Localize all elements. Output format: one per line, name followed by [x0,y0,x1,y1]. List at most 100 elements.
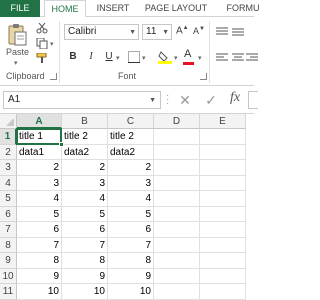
row-header-6[interactable]: 6 [0,206,17,222]
cell-e3[interactable] [200,160,246,176]
cell-b9[interactable]: 8 [62,253,108,269]
borders-icon[interactable] [128,51,140,63]
cell-d1[interactable] [154,129,200,145]
cell-a9[interactable]: 8 [17,253,62,269]
cell-c2[interactable]: data2 [108,144,154,160]
resize-handle-icon[interactable]: · · · [166,91,170,109]
tab-file[interactable]: FILE [0,0,40,17]
cell-a7[interactable]: 6 [17,222,62,238]
cell-a5[interactable]: 4 [17,191,62,207]
cell-a10[interactable]: 9 [17,268,62,284]
tab-page-layout[interactable]: PAGE LAYOUT [140,0,212,17]
tab-insert[interactable]: INSERT [92,0,134,17]
decrease-font-icon[interactable]: A▼ [193,26,205,36]
column-header-a[interactable]: A [17,114,62,129]
row-header-7[interactable]: 7 [0,222,17,238]
cell-e2[interactable] [200,144,246,160]
clipboard-launcher-icon[interactable] [50,73,57,80]
cell-d8[interactable] [154,237,200,253]
italic-button[interactable]: I [84,50,98,64]
column-header-c[interactable]: C [108,114,154,129]
row-header-8[interactable]: 8 [0,237,17,253]
cell-b10[interactable]: 9 [62,268,108,284]
cell-a8[interactable]: 7 [17,237,62,253]
formula-input[interactable] [248,91,258,109]
cell-d4[interactable] [154,175,200,191]
row-header-2[interactable]: 2 [0,144,17,160]
select-all-button[interactable] [0,114,17,129]
cell-c4[interactable]: 3 [108,175,154,191]
align-top-icon[interactable] [216,27,228,37]
tab-formulas[interactable]: FORMU [218,0,268,17]
cell-b6[interactable]: 5 [62,206,108,222]
column-header-d[interactable]: D [154,114,200,129]
align-right-icon[interactable] [246,53,258,63]
fill-handle[interactable] [59,141,64,147]
cell-e7[interactable] [200,222,246,238]
cell-d2[interactable] [154,144,200,160]
column-header-e[interactable]: E [200,114,246,129]
cell-d10[interactable] [154,268,200,284]
tab-home[interactable]: HOME [44,0,86,18]
cancel-entry-button[interactable]: ✕ [176,91,194,109]
fill-color-icon[interactable] [158,50,172,64]
cell-c1[interactable]: title 2 [108,129,154,145]
name-box[interactable]: A1 ▼ [3,91,161,109]
insert-function-button[interactable]: fx [230,90,240,106]
align-center-icon[interactable] [232,53,244,63]
cell-d5[interactable] [154,191,200,207]
cell-e9[interactable] [200,253,246,269]
cell-e4[interactable] [200,175,246,191]
bold-button[interactable]: B [66,50,80,64]
cell-b11[interactable]: 10 [62,284,108,300]
cell-b4[interactable]: 3 [62,175,108,191]
cell-c7[interactable]: 6 [108,222,154,238]
worksheet-grid[interactable]: A B C D E 1 title 1 title 2 title 2 2 data1 data2 da… [0,114,254,300]
cell-c6[interactable]: 5 [108,206,154,222]
cell-d3[interactable] [154,160,200,176]
cell-d6[interactable] [154,206,200,222]
cell-d11[interactable] [154,284,200,300]
font-launcher-icon[interactable] [200,73,207,80]
cut-icon[interactable] [36,23,48,34]
cell-b2[interactable]: data2 [62,144,108,160]
cell-e11[interactable] [200,284,246,300]
cell-a6[interactable]: 5 [17,206,62,222]
cell-b1[interactable]: title 2 [62,129,108,145]
row-header-11[interactable]: 11 [0,284,17,300]
font-color-icon[interactable]: A [184,48,191,60]
cell-c3[interactable]: 2 [108,160,154,176]
enter-entry-button[interactable]: ✓ [202,91,220,109]
copy-icon[interactable] [36,38,48,49]
align-left-icon[interactable] [216,53,228,63]
cell-e6[interactable] [200,206,246,222]
cell-a4[interactable]: 3 [17,175,62,191]
increase-font-icon[interactable]: A▲ [176,25,189,36]
cell-e5[interactable] [200,191,246,207]
cell-e8[interactable] [200,237,246,253]
cell-e1[interactable] [200,129,246,145]
row-header-4[interactable]: 4 [0,175,17,191]
cell-d7[interactable] [154,222,200,238]
row-header-10[interactable]: 10 [0,268,17,284]
cell-c5[interactable]: 4 [108,191,154,207]
cell-c10[interactable]: 9 [108,268,154,284]
cell-c11[interactable]: 10 [108,284,154,300]
row-header-9[interactable]: 9 [0,253,17,269]
cell-b8[interactable]: 7 [62,237,108,253]
cell-a1[interactable]: title 1 [17,129,62,145]
cell-a2[interactable]: data1 [17,144,62,160]
font-family-select[interactable]: Calibri ▼ [64,24,139,40]
cell-c9[interactable]: 8 [108,253,154,269]
cell-d9[interactable] [154,253,200,269]
align-middle-icon[interactable] [232,27,244,37]
format-painter-icon[interactable] [36,53,48,64]
column-header-b[interactable]: B [62,114,108,129]
cell-a11[interactable]: 10 [17,284,62,300]
cell-b3[interactable]: 2 [62,160,108,176]
cell-b7[interactable]: 6 [62,222,108,238]
cell-e10[interactable] [200,268,246,284]
row-header-5[interactable]: 5 [0,191,17,207]
row-header-1[interactable]: 1 [0,129,17,145]
cell-a3[interactable]: 2 [17,160,62,176]
